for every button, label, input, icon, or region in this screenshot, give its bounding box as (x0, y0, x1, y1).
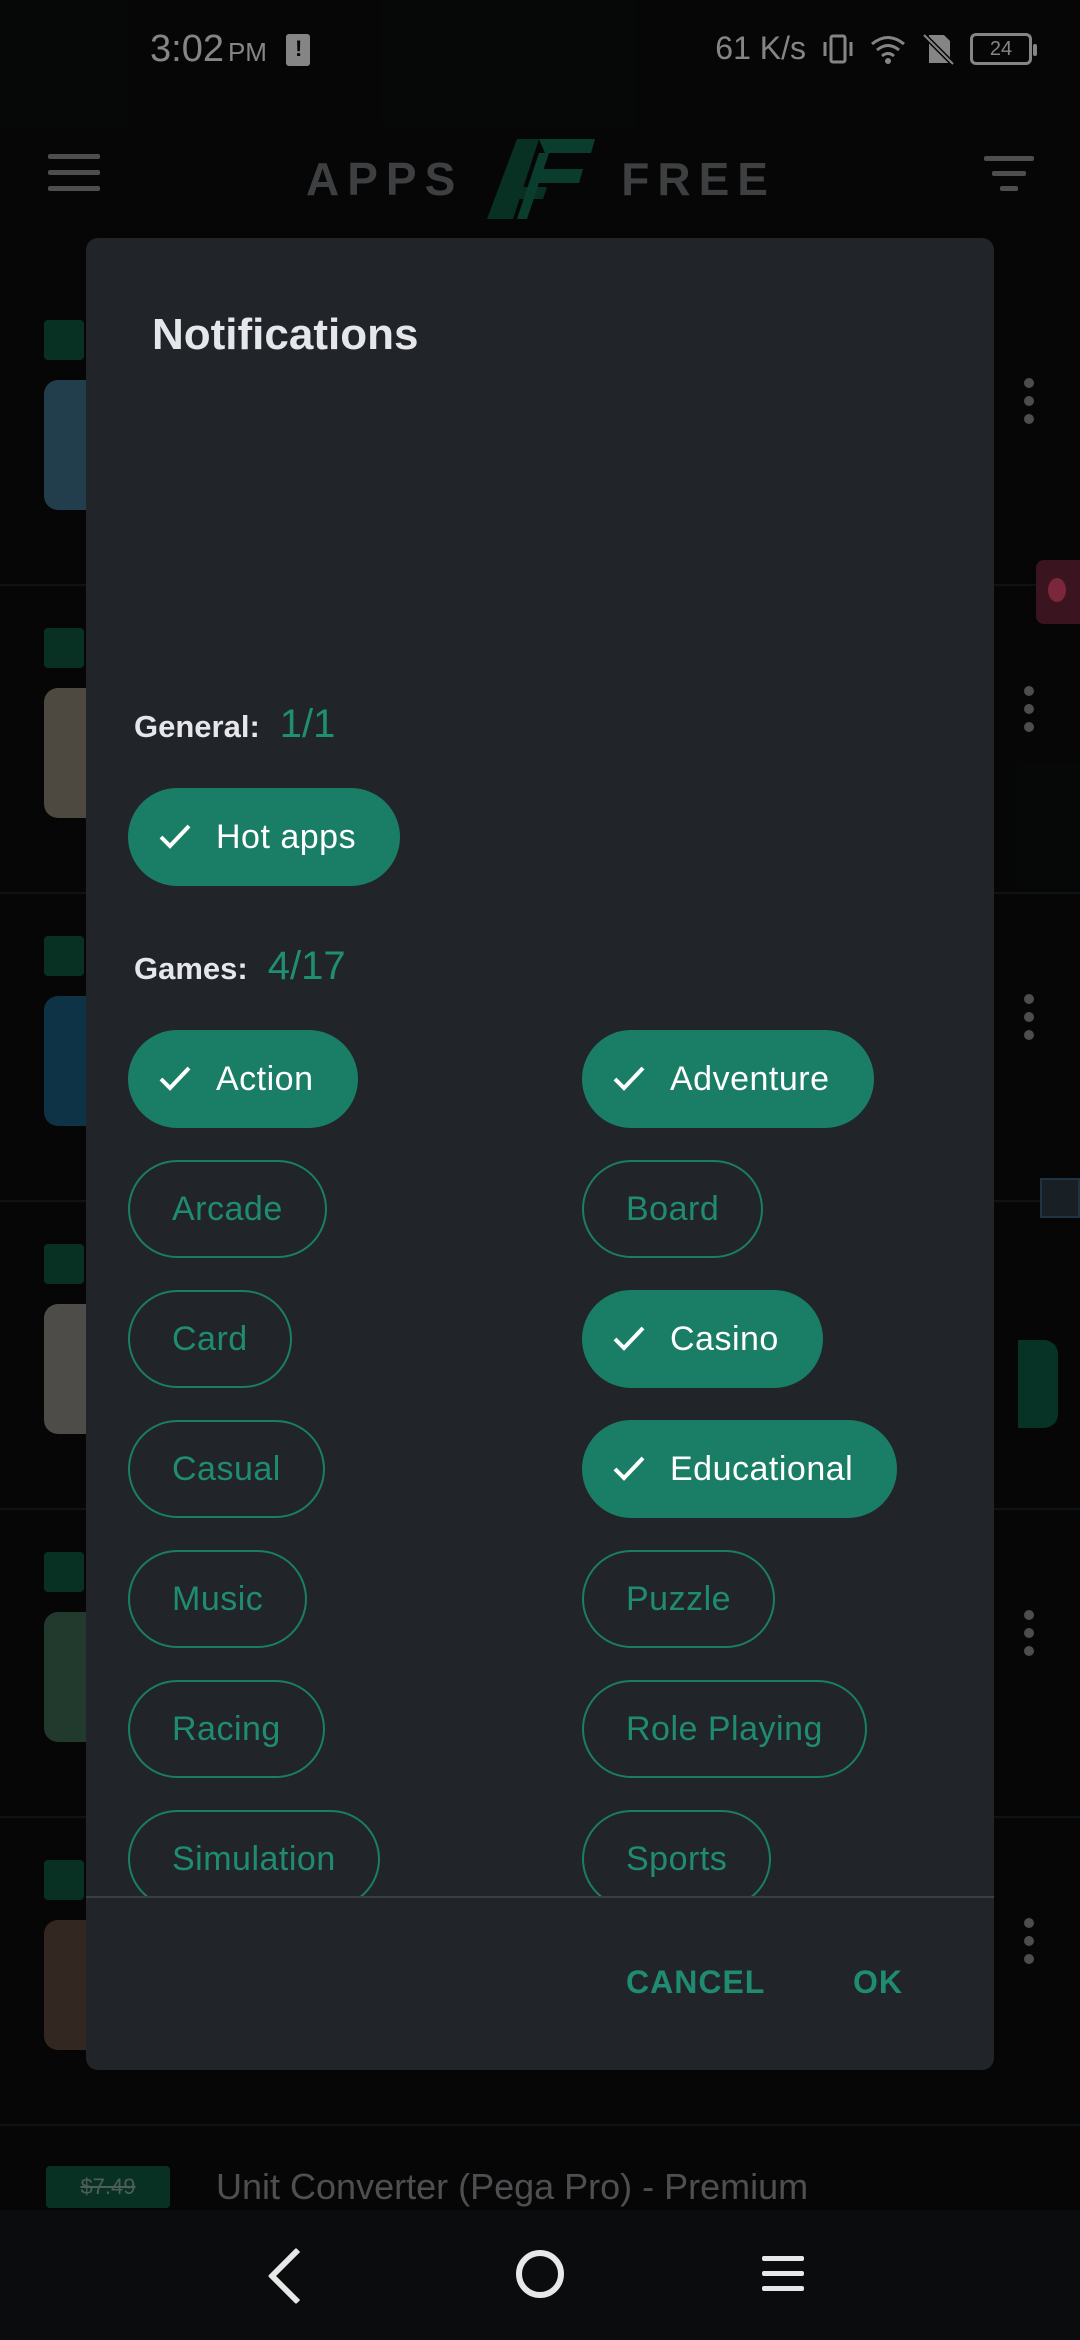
chip-label: Sports (626, 1840, 728, 1878)
chip-casual[interactable]: Casual (128, 1420, 325, 1518)
chip-label: Hot apps (216, 818, 357, 856)
dialog-body[interactable]: General: 1/1 Hot apps Games: 4/17 Action… (86, 418, 994, 1896)
chip-label: Board (626, 1190, 720, 1228)
chip-simulation[interactable]: Simulation (128, 1810, 380, 1896)
chip-label: Puzzle (626, 1580, 732, 1618)
system-nav-bar (0, 2210, 1080, 2340)
games-count: 4/17 (267, 944, 346, 988)
chip-label: Educational (670, 1450, 854, 1488)
chip-adventure[interactable]: Adventure (582, 1030, 874, 1128)
games-label: Games: (134, 951, 248, 986)
check-icon (159, 1066, 191, 1091)
chip-label: Simulation (172, 1840, 336, 1878)
chip-label: Music (172, 1580, 264, 1618)
chip-music[interactable]: Music (128, 1550, 308, 1648)
ok-button[interactable]: OK (853, 1964, 903, 2001)
check-icon (613, 1326, 645, 1351)
general-section-header: General: 1/1 (134, 702, 335, 747)
general-label: General: (134, 709, 260, 744)
chip-educational[interactable]: Educational (582, 1420, 898, 1518)
notifications-dialog: Notifications General: 1/1 Hot apps Game… (86, 238, 994, 2070)
chip-puzzle[interactable]: Puzzle (582, 1550, 776, 1648)
chip-label: Arcade (172, 1190, 283, 1228)
chip-sports[interactable]: Sports (582, 1810, 772, 1896)
recents-icon[interactable] (762, 2256, 804, 2301)
chip-label: Card (172, 1320, 248, 1358)
check-icon (613, 1456, 645, 1481)
chip-casino[interactable]: Casino (582, 1290, 823, 1388)
chip-board[interactable]: Board (582, 1160, 764, 1258)
chip-action[interactable]: Action (128, 1030, 358, 1128)
chip-arcade[interactable]: Arcade (128, 1160, 327, 1258)
cancel-button[interactable]: CANCEL (626, 1964, 765, 2001)
chip-label: Action (216, 1060, 314, 1098)
chip-role-playing[interactable]: Role Playing (582, 1680, 867, 1778)
chip-card[interactable]: Card (128, 1290, 292, 1388)
back-icon[interactable] (267, 2247, 325, 2305)
chip-label: Adventure (670, 1060, 830, 1098)
dialog-title: Notifications (152, 310, 419, 359)
chip-label: Role Playing (626, 1710, 823, 1748)
check-icon (613, 1066, 645, 1091)
chip-hot-apps[interactable]: Hot apps (128, 788, 401, 886)
home-icon[interactable] (516, 2250, 564, 2298)
chip-label: Casual (172, 1450, 281, 1488)
chip-racing[interactable]: Racing (128, 1680, 325, 1778)
chip-label: Racing (172, 1710, 281, 1748)
dialog-actions: CANCEL OK (86, 1898, 994, 2070)
games-section-header: Games: 4/17 (134, 944, 346, 989)
general-count: 1/1 (279, 702, 336, 746)
chip-label: Casino (670, 1320, 779, 1358)
check-icon (159, 824, 191, 849)
